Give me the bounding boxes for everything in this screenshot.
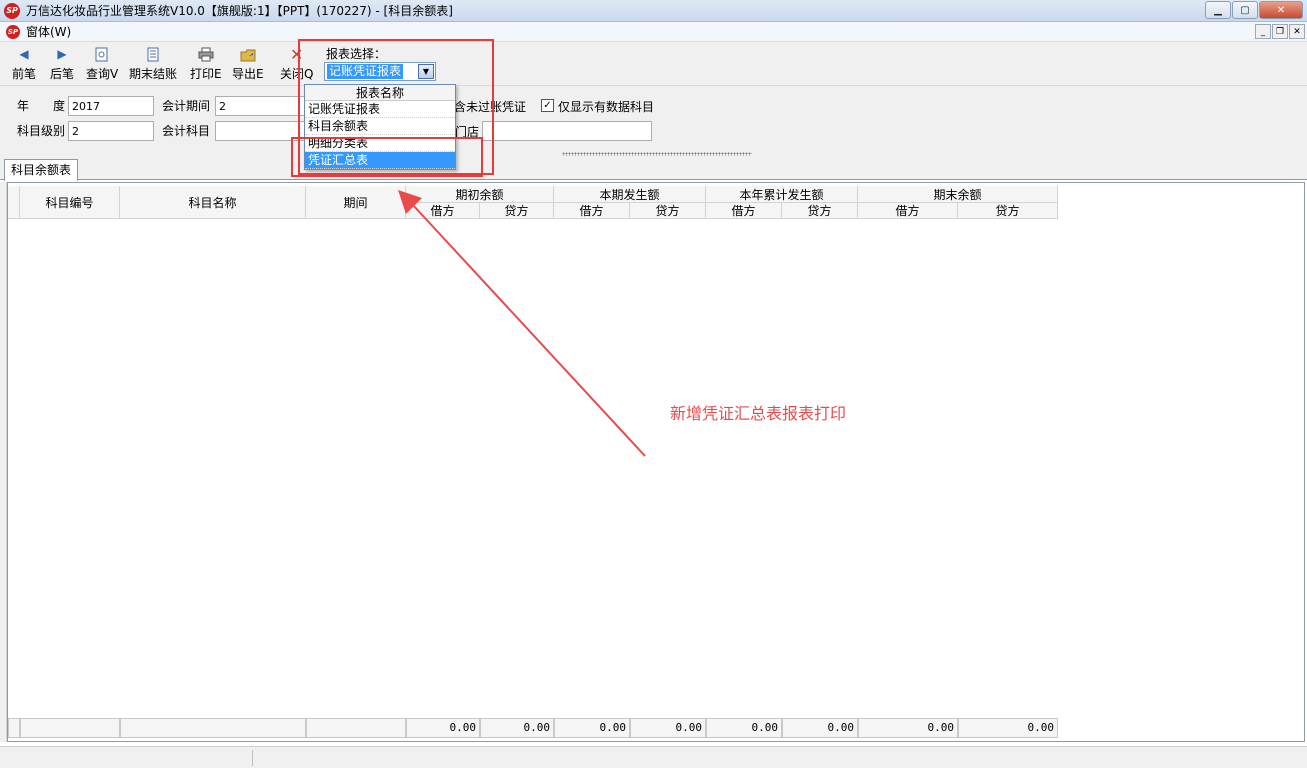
export-icon [239, 46, 257, 62]
col-opening-debit[interactable]: 借方 [406, 203, 480, 219]
subject-label: 会计科目 [162, 124, 211, 138]
report-select-value: 记账凭证报表 [327, 64, 404, 79]
mdi-controls: _ ❐ ✕ [1255, 24, 1305, 39]
child-window-logo-icon: SP [6, 24, 20, 39]
mdi-restore-icon[interactable]: ❐ [1272, 24, 1288, 39]
report-select-label: 报表选择： [326, 47, 387, 61]
data-only-checkbox[interactable]: ✓ [541, 99, 554, 112]
balance-grid: 科目编号 科目名称 期间 期初余额 本期发生额 本年累计发生额 期末余额 借方 … [7, 182, 1305, 742]
level-input[interactable] [68, 121, 154, 141]
arrow-right-icon: ▶ [57, 47, 67, 61]
totals-cell [120, 718, 306, 738]
window-controls: ▁ ▢ ✕ [1205, 1, 1303, 19]
app-logo-icon: SP [4, 2, 20, 19]
totals-cell [20, 718, 120, 738]
total-current-credit: 0.00 [630, 718, 706, 738]
title-bar: SP 万信达化妆品行业管理系统V10.0【旗舰版:1】【PPT】(170227)… [0, 0, 1307, 22]
total-ytd-credit: 0.00 [782, 718, 858, 738]
printer-icon [197, 46, 215, 62]
col-ytd[interactable]: 本年累计发生额 [706, 186, 858, 203]
close-icon[interactable]: ✕ [1259, 1, 1303, 19]
annotation-text: 新增凭证汇总表报表打印 [670, 404, 847, 423]
period-input[interactable] [215, 96, 305, 116]
col-closing-debit[interactable]: 借方 [858, 203, 958, 219]
total-current-debit: 0.00 [554, 718, 630, 738]
col-current-credit[interactable]: 贷方 [630, 203, 706, 219]
col-opening[interactable]: 期初余额 [406, 186, 554, 203]
totals-indicator [8, 718, 20, 738]
period-closing-button[interactable]: 期末结账 [129, 46, 177, 82]
total-opening-debit: 0.00 [406, 718, 480, 738]
total-opening-credit: 0.00 [480, 718, 554, 738]
total-closing-debit: 0.00 [858, 718, 958, 738]
data-only-label: 仅显示有数据科目 [558, 100, 655, 114]
filter-panel: 年 度 会计期间 含未过账凭证 ✓ 仅显示有数据科目 科目级别 会计科目 门店 [0, 86, 1307, 157]
menu-window[interactable]: 窗体(W) [26, 23, 71, 40]
left-edge [0, 182, 7, 742]
minimize-icon[interactable]: ▁ [1205, 1, 1231, 19]
status-separator [252, 750, 253, 766]
print-button[interactable]: 打印E [190, 46, 222, 82]
year-label: 年 度 [17, 99, 66, 113]
period-label: 会计期间 [162, 99, 211, 113]
col-opening-credit[interactable]: 贷方 [480, 203, 554, 219]
col-ytd-credit[interactable]: 贷方 [782, 203, 858, 219]
export-button[interactable]: 导出E [232, 46, 264, 82]
col-code[interactable]: 科目编号 [20, 186, 120, 219]
toolbar: ◀ 前笔 ▶ 后笔 查询V 期末结账 打印E 导出E ✕ 关闭Q 报表选择： 记… [0, 42, 1307, 86]
status-bar [0, 746, 1307, 768]
col-current-debit[interactable]: 借方 [554, 203, 630, 219]
dropdown-item[interactable]: 记账凭证报表 [305, 101, 455, 118]
prev-record-button[interactable]: ◀ 前笔 [12, 46, 36, 82]
close-form-button[interactable]: ✕ 关闭Q [280, 44, 313, 82]
maximize-icon[interactable]: ▢ [1232, 1, 1258, 19]
row-indicator-header [8, 186, 20, 219]
report-dropdown-list: 报表名称 记账凭证报表 科目余额表 明细分类表 凭证汇总表 [304, 84, 456, 170]
dropdown-item-selected[interactable]: 凭证汇总表 [305, 152, 455, 169]
col-closing-credit[interactable]: 贷方 [958, 203, 1058, 219]
next-record-button[interactable]: ▶ 后笔 [50, 46, 74, 82]
col-current[interactable]: 本期发生额 [554, 186, 706, 203]
menu-bar: SP 窗体(W) _ ❐ ✕ [0, 22, 1307, 42]
mdi-minimize-icon[interactable]: _ [1255, 24, 1271, 39]
subject-input[interactable] [215, 121, 305, 141]
unposted-label: 含未过账凭证 [454, 100, 527, 114]
col-closing[interactable]: 期末余额 [858, 186, 1058, 203]
totals-cell [306, 718, 406, 738]
query-button[interactable]: 查询V [86, 46, 118, 82]
dropdown-header: 报表名称 [305, 85, 455, 101]
total-closing-credit: 0.00 [958, 718, 1058, 738]
dropdown-item[interactable]: 明细分类表 [305, 135, 455, 152]
arrow-left-icon: ◀ [19, 47, 29, 61]
tab-subject-balance[interactable]: 科目余额表 [4, 159, 79, 181]
query-icon [93, 46, 111, 62]
total-ytd-debit: 0.00 [706, 718, 782, 738]
tab-strip: 科目余额表 [0, 156, 1307, 181]
col-name[interactable]: 科目名称 [120, 186, 306, 219]
close-x-icon: ✕ [290, 44, 304, 64]
mdi-close-icon[interactable]: ✕ [1289, 24, 1305, 39]
store-input[interactable] [482, 121, 652, 141]
window-title: 万信达化妆品行业管理系统V10.0【旗舰版:1】【PPT】(170227) - … [26, 4, 453, 18]
dropdown-item[interactable]: 科目余额表 [305, 118, 455, 135]
chevron-down-icon[interactable]: ▼ [418, 64, 434, 79]
col-ytd-debit[interactable]: 借方 [706, 203, 782, 219]
year-input[interactable] [68, 96, 154, 116]
closing-icon [144, 46, 162, 62]
col-period[interactable]: 期间 [306, 186, 406, 219]
report-select[interactable]: 记账凭证报表 ▼ [324, 62, 436, 81]
level-label: 科目级别 [17, 124, 66, 138]
store-label: 门店 [455, 125, 480, 139]
